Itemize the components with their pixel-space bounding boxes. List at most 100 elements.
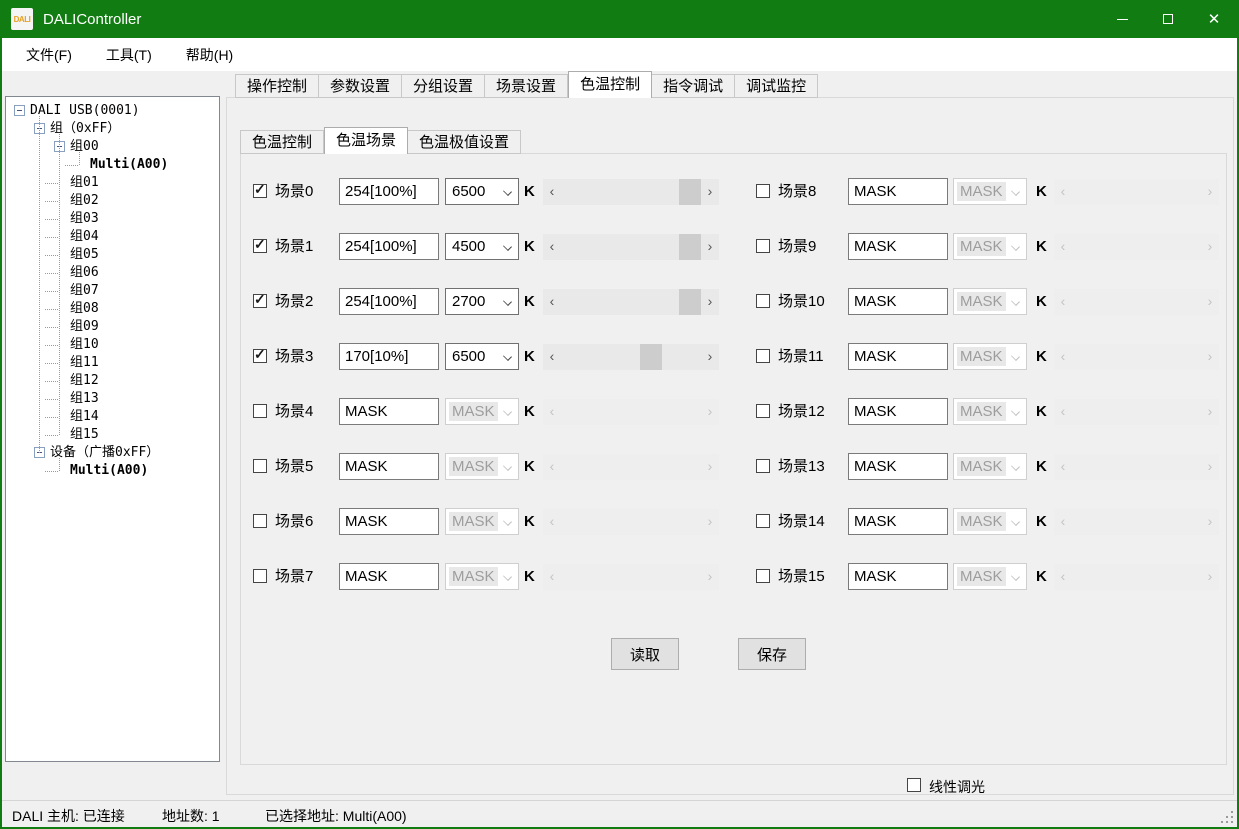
tree-item[interactable]: 组05: [6, 246, 216, 264]
tab-6[interactable]: 调试监控: [735, 74, 818, 98]
maximize-button[interactable]: [1145, 0, 1191, 38]
subtab-1[interactable]: 色温场景: [324, 127, 408, 154]
scene-checkbox[interactable]: [756, 514, 770, 528]
titlebar: DALI DALIController ✕: [2, 0, 1237, 38]
scene-level-input[interactable]: [848, 453, 948, 480]
menu-item-1[interactable]: 工具(T): [92, 40, 166, 70]
kelvin-unit-label: K: [1036, 563, 1047, 590]
close-button[interactable]: ✕: [1191, 0, 1237, 38]
tree-item[interactable]: 组11: [6, 354, 216, 372]
read-button[interactable]: 读取: [611, 638, 679, 670]
tree-item[interactable]: Multi(A00): [6, 462, 216, 480]
scene-level-scrollbar: ‹›: [1054, 399, 1219, 425]
scene-checkbox[interactable]: [756, 569, 770, 583]
tree-item[interactable]: 组07: [6, 282, 216, 300]
scene-row: 场景11MASKK‹›: [241, 343, 1226, 370]
minimize-button[interactable]: [1099, 0, 1145, 38]
tree-item[interactable]: 组15: [6, 426, 216, 444]
tree-item-label: Multi(A00): [70, 462, 148, 480]
tab-4[interactable]: 色温控制: [568, 71, 652, 98]
scene-level-input[interactable]: [848, 508, 948, 535]
tree-item-label: DALI USB(0001): [30, 102, 140, 120]
tree-guide: [45, 201, 59, 202]
tree-item[interactable]: Multi(A00): [6, 156, 216, 174]
subtab-0[interactable]: 色温控制: [240, 130, 324, 154]
subtab-2[interactable]: 色温极值设置: [408, 130, 521, 154]
chevron-down-icon: [1011, 352, 1020, 361]
scroll-right-icon: ›: [1201, 509, 1219, 535]
save-button[interactable]: 保存: [738, 638, 806, 670]
menu-item-2[interactable]: 帮助(H): [172, 40, 247, 70]
tree-item-label: 设备（广播0xFF）: [50, 444, 159, 462]
tree-item[interactable]: 设备（广播0xFF）: [6, 444, 216, 462]
scene-cct-select[interactable]: MASK: [953, 398, 1027, 425]
tab-page-cct-scenes: 读取 保存 ✓场景06500K‹›✓场景14500K‹›✓场景22700K‹›✓…: [240, 153, 1227, 765]
tree-item[interactable]: 组01: [6, 174, 216, 192]
tree-item[interactable]: 组13: [6, 390, 216, 408]
tab-5[interactable]: 指令调试: [652, 74, 735, 98]
scroll-right-icon: ›: [1201, 454, 1219, 480]
scene-row: 场景10MASKK‹›: [241, 288, 1226, 315]
tab-2[interactable]: 分组设置: [402, 74, 485, 98]
app-icon: DALI: [11, 8, 33, 30]
tree-item[interactable]: 组12: [6, 372, 216, 390]
tree-item[interactable]: 组06: [6, 264, 216, 282]
scene-level-input[interactable]: [848, 233, 948, 260]
resize-grip[interactable]: [1221, 811, 1233, 823]
status-selected-address: 已选择地址: Multi(A00): [265, 806, 407, 826]
scene-checkbox[interactable]: [756, 459, 770, 473]
kelvin-unit-label: K: [1036, 343, 1047, 370]
device-tree[interactable]: DALI USB(0001)组（0xFF）组00Multi(A00)组01组02…: [5, 96, 220, 762]
scroll-left-icon: ‹: [1054, 564, 1072, 590]
tree-guide: [45, 381, 59, 382]
tree-item[interactable]: 组04: [6, 228, 216, 246]
app-window: DALI DALIController ✕ 文件(F)工具(T)帮助(H) DA…: [0, 0, 1239, 829]
tree-item-label: 组（0xFF）: [50, 120, 120, 138]
chevron-down-icon: [1011, 462, 1020, 471]
status-bar: DALI 主机: 已连接 地址数: 1 已选择地址: Multi(A00): [2, 800, 1237, 827]
tree-guide: [45, 471, 59, 472]
scene-level-input[interactable]: [848, 398, 948, 425]
window-title: DALIController: [43, 11, 141, 28]
linear-dimming-checkbox[interactable]: [907, 778, 921, 792]
tree-item[interactable]: 组02: [6, 192, 216, 210]
tree-item[interactable]: 组14: [6, 408, 216, 426]
scene-level-input[interactable]: [848, 178, 948, 205]
scene-cct-select[interactable]: MASK: [953, 178, 1027, 205]
tree-item[interactable]: 组08: [6, 300, 216, 318]
scene-cct-select[interactable]: MASK: [953, 508, 1027, 535]
tree-guide: [59, 134, 60, 435]
kelvin-unit-label: K: [1036, 508, 1047, 535]
scene-cct-select[interactable]: MASK: [953, 343, 1027, 370]
tree-item[interactable]: 组00: [6, 138, 216, 156]
tree-item[interactable]: 组10: [6, 336, 216, 354]
tree-item[interactable]: 组09: [6, 318, 216, 336]
scene-checkbox[interactable]: [756, 239, 770, 253]
scroll-right-icon: ›: [1201, 564, 1219, 590]
scene-checkbox[interactable]: [756, 404, 770, 418]
tab-3[interactable]: 场景设置: [485, 74, 568, 98]
tree-item[interactable]: DALI USB(0001): [6, 102, 216, 120]
tree-guide: [65, 165, 79, 166]
scroll-left-icon: ‹: [1054, 509, 1072, 535]
scene-cct-select[interactable]: MASK: [953, 453, 1027, 480]
scene-cct-select[interactable]: MASK: [953, 288, 1027, 315]
tree-collapse-icon[interactable]: [14, 105, 25, 116]
scroll-left-icon: ‹: [1054, 399, 1072, 425]
scene-cct-select[interactable]: MASK: [953, 563, 1027, 590]
scene-level-input[interactable]: [848, 563, 948, 590]
scene-cct-select[interactable]: MASK: [953, 233, 1027, 260]
tree-item[interactable]: 组（0xFF）: [6, 120, 216, 138]
tab-0[interactable]: 操作控制: [235, 74, 319, 98]
scene-level-input[interactable]: [848, 288, 948, 315]
scene-level-input[interactable]: [848, 343, 948, 370]
tree-item[interactable]: 组03: [6, 210, 216, 228]
tab-1[interactable]: 参数设置: [319, 74, 402, 98]
kelvin-unit-label: K: [1036, 233, 1047, 260]
chevron-down-icon: [1011, 407, 1020, 416]
scene-checkbox[interactable]: [756, 184, 770, 198]
menu-item-0[interactable]: 文件(F): [12, 40, 86, 70]
kelvin-unit-label: K: [1036, 398, 1047, 425]
scene-checkbox[interactable]: [756, 294, 770, 308]
scene-checkbox[interactable]: [756, 349, 770, 363]
